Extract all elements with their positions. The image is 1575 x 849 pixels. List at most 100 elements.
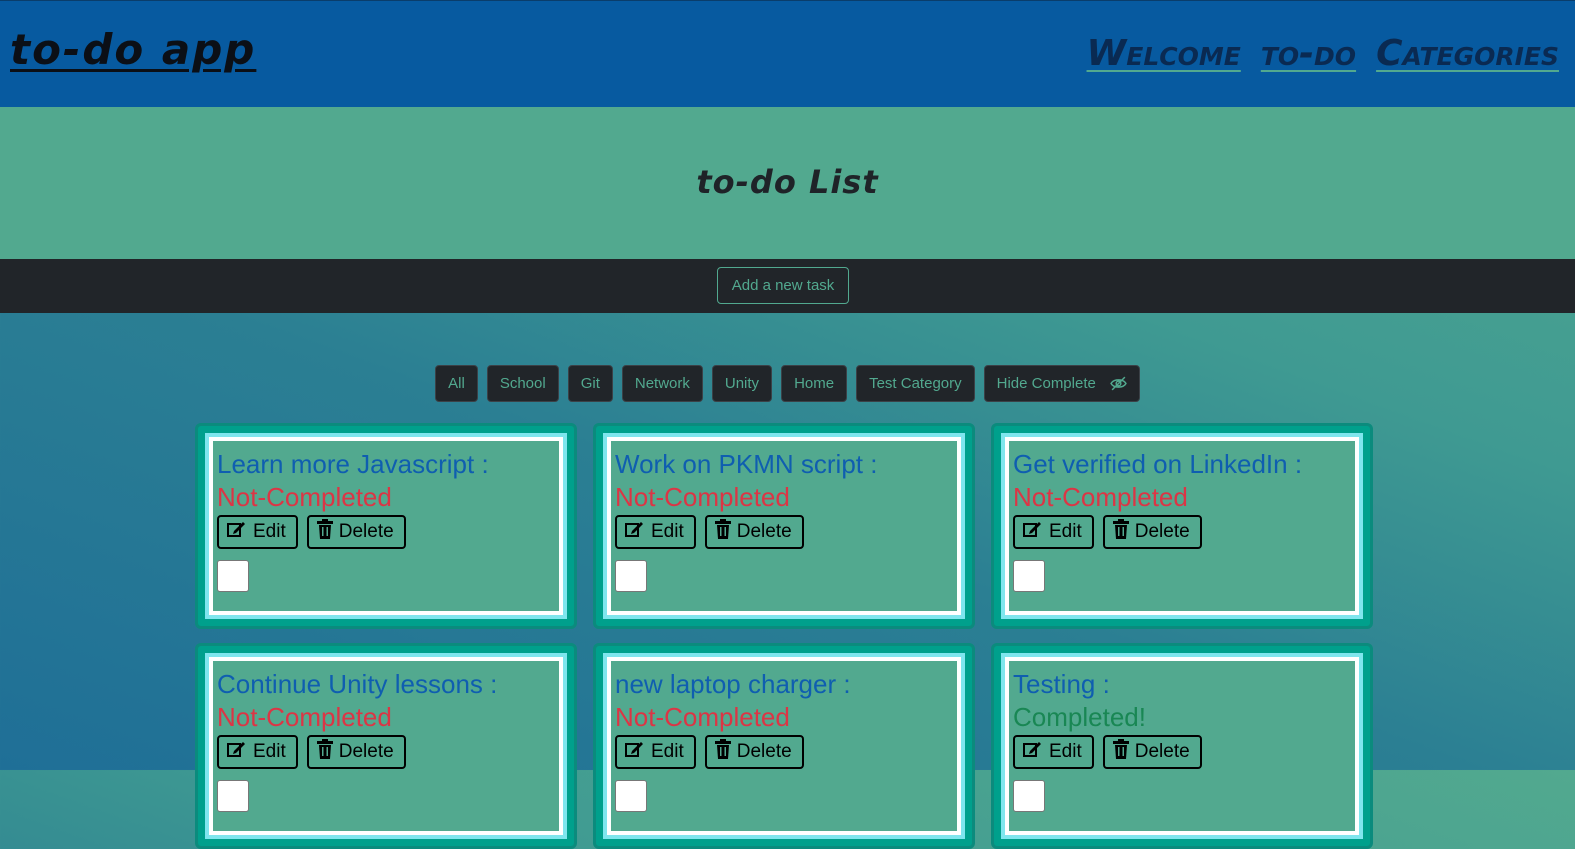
task-card: Testing : Completed! Edit Delete <box>991 643 1373 849</box>
delete-label: Delete <box>736 741 792 762</box>
task-status: Not-Completed <box>217 702 392 732</box>
edit-label: Edit <box>253 741 286 762</box>
hero: to-do List <box>0 107 1575 259</box>
edit-label: Edit <box>651 741 684 762</box>
complete-checkbox[interactable] <box>217 780 249 812</box>
edit-button[interactable]: Edit <box>1013 735 1094 769</box>
brand-logo[interactable]: to-do app <box>10 25 256 74</box>
task-card-body: new laptop charger : Not-Completed Edit … <box>607 657 961 835</box>
task-card: Continue Unity lessons : Not-Completed E… <box>195 643 577 849</box>
task-title: new laptop charger : <box>615 669 851 699</box>
task-card: Get verified on LinkedIn : Not-Completed… <box>991 423 1373 629</box>
page-title: to-do List <box>696 163 879 201</box>
nav-link-welcome[interactable]: Welcome <box>1087 33 1241 74</box>
edit-button[interactable]: Edit <box>217 515 298 549</box>
complete-checkbox[interactable] <box>1013 560 1045 592</box>
delete-label: Delete <box>338 741 394 762</box>
task-title: Continue Unity lessons : <box>217 669 498 699</box>
edit-label: Edit <box>253 521 286 542</box>
trash-icon <box>1112 739 1129 765</box>
task-title: Testing : <box>1013 669 1110 699</box>
task-card: Learn more Javascript : Not-Completed Ed… <box>195 423 577 629</box>
edit-button[interactable]: Edit <box>615 515 696 549</box>
task-status: Not-Completed <box>1013 482 1188 512</box>
add-task-bar: Add a new task <box>0 259 1575 313</box>
task-grid: Learn more Javascript : Not-Completed Ed… <box>195 423 1373 849</box>
trash-icon <box>1112 519 1129 545</box>
complete-checkbox[interactable] <box>615 780 647 812</box>
task-actions: Edit Delete <box>217 735 555 769</box>
complete-checkbox[interactable] <box>1013 780 1045 812</box>
task-card-frame: Testing : Completed! Edit Delete <box>1001 653 1363 839</box>
navbar: to-do app Welcome to-do Categories <box>0 0 1575 107</box>
filter-all[interactable]: All <box>435 365 478 402</box>
delete-label: Delete <box>1134 521 1190 542</box>
edit-button[interactable]: Edit <box>615 735 696 769</box>
edit-button[interactable]: Edit <box>1013 515 1094 549</box>
task-actions: Edit Delete <box>1013 515 1351 549</box>
delete-label: Delete <box>1134 741 1190 762</box>
task-card-body: Testing : Completed! Edit Delete <box>1005 657 1359 835</box>
complete-checkbox[interactable] <box>615 560 647 592</box>
edit-icon <box>625 520 645 544</box>
filter-git[interactable]: Git <box>567 365 613 402</box>
task-card-frame: Get verified on LinkedIn : Not-Completed… <box>1001 433 1363 619</box>
task-card: new laptop charger : Not-Completed Edit … <box>593 643 975 849</box>
edit-icon <box>625 740 645 764</box>
task-card-frame: Continue Unity lessons : Not-Completed E… <box>205 653 567 839</box>
trash-icon <box>714 739 731 765</box>
edit-label: Edit <box>1049 741 1082 762</box>
delete-button[interactable]: Delete <box>306 735 406 769</box>
task-card-body: Get verified on LinkedIn : Not-Completed… <box>1005 437 1359 615</box>
trash-icon <box>316 519 333 545</box>
task-actions: Edit Delete <box>1013 735 1351 769</box>
edit-label: Edit <box>651 521 684 542</box>
edit-button[interactable]: Edit <box>217 735 298 769</box>
task-card-body: Continue Unity lessons : Not-Completed E… <box>209 657 563 835</box>
delete-button[interactable]: Delete <box>704 735 804 769</box>
delete-button[interactable]: Delete <box>1102 735 1202 769</box>
delete-button[interactable]: Delete <box>704 515 804 549</box>
task-title: Work on PKMN script : <box>615 449 878 479</box>
filter-network[interactable]: Network <box>621 365 703 402</box>
task-title: Get verified on LinkedIn : <box>1013 449 1303 479</box>
edit-icon <box>1023 520 1043 544</box>
eye-slash-icon <box>1110 376 1127 391</box>
filter-home[interactable]: Home <box>781 365 848 402</box>
edit-label: Edit <box>1049 521 1082 542</box>
task-status: Completed! <box>1013 702 1146 732</box>
task-status: Not-Completed <box>217 482 392 512</box>
delete-button[interactable]: Delete <box>306 515 406 549</box>
trash-icon <box>714 519 731 545</box>
add-task-button[interactable]: Add a new task <box>717 267 849 304</box>
task-title: Learn more Javascript : <box>217 449 489 479</box>
task-card: Work on PKMN script : Not-Completed Edit… <box>593 423 975 629</box>
delete-label: Delete <box>338 521 394 542</box>
nav-links: Welcome to-do Categories <box>1087 33 1559 74</box>
filter-school[interactable]: School <box>486 365 559 402</box>
hide-complete-label: Hide Complete <box>996 375 1096 392</box>
task-card-frame: new laptop charger : Not-Completed Edit … <box>603 653 965 839</box>
task-status: Not-Completed <box>615 702 790 732</box>
nav-link-todo[interactable]: to-do <box>1261 33 1356 74</box>
task-card-frame: Learn more Javascript : Not-Completed Ed… <box>205 433 567 619</box>
filter-unity[interactable]: Unity <box>711 365 773 402</box>
trash-icon <box>316 739 333 765</box>
filter-test-category[interactable]: Test Category <box>856 365 975 402</box>
task-actions: Edit Delete <box>615 515 953 549</box>
task-card-body: Work on PKMN script : Not-Completed Edit… <box>607 437 961 615</box>
nav-link-categories[interactable]: Categories <box>1376 33 1559 74</box>
edit-icon <box>227 520 247 544</box>
task-status: Not-Completed <box>615 482 790 512</box>
hide-complete-button[interactable]: Hide Complete <box>983 365 1140 402</box>
complete-checkbox[interactable] <box>217 560 249 592</box>
delete-label: Delete <box>736 521 792 542</box>
task-card-frame: Work on PKMN script : Not-Completed Edit… <box>603 433 965 619</box>
edit-icon <box>227 740 247 764</box>
task-card-body: Learn more Javascript : Not-Completed Ed… <box>209 437 563 615</box>
category-filters: All School Git Network Unity Home Test C… <box>0 365 1575 402</box>
task-actions: Edit Delete <box>615 735 953 769</box>
edit-icon <box>1023 740 1043 764</box>
task-actions: Edit Delete <box>217 515 555 549</box>
delete-button[interactable]: Delete <box>1102 515 1202 549</box>
